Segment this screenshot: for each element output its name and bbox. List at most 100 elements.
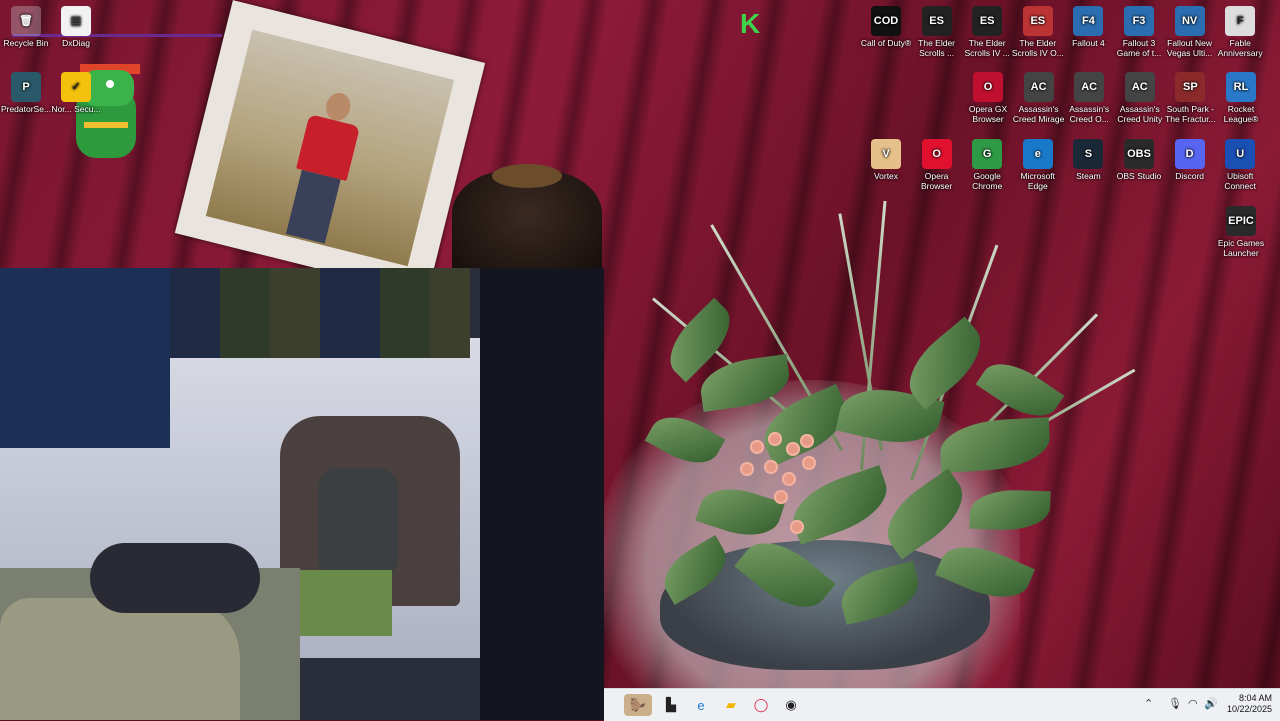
fable-icon: F xyxy=(1225,6,1256,36)
desktop-icon-label: Fallout New Vegas Ulti... xyxy=(1166,38,1213,58)
clock-time: 8:04 AM xyxy=(1238,693,1272,703)
desktop-icon-label: Opera GX Browser xyxy=(968,104,1008,124)
desktop-icon-label: Assassin's Creed Mirage xyxy=(1012,104,1065,124)
edge-taskbar-icon[interactable]: e xyxy=(690,694,712,716)
desktop-icon[interactable]: NV Fallout New Vegas Ulti... xyxy=(1164,0,1216,58)
plant-flower xyxy=(786,442,800,456)
desktop-icon[interactable]: F Fable Anniversary xyxy=(1214,0,1266,58)
plant-leaf xyxy=(938,417,1052,473)
desktop-icon-label: South Park - The Fractur... xyxy=(1165,104,1216,124)
fallout-icon: F3 xyxy=(1124,6,1154,36)
desktop-icon[interactable]: D Discord xyxy=(1164,133,1216,181)
plant-flower xyxy=(774,490,788,504)
desktop-icon-label: The Elder Scrolls ... xyxy=(918,38,956,58)
fallout-icon: F4 xyxy=(1073,6,1104,36)
assassins-creed-icon: AC xyxy=(1074,72,1105,102)
fallout-icon: NV xyxy=(1174,6,1205,36)
widgets-icon[interactable]: 🦫 xyxy=(624,694,652,716)
desktop-icon[interactable]: ES The Elder Scrolls ... xyxy=(911,0,963,58)
desktop-icon[interactable]: O Opera Browser xyxy=(911,133,963,191)
plant-leaf xyxy=(835,561,925,625)
desktop-icon-label: Recycle Bin xyxy=(3,38,49,48)
desktop-icon[interactable]: AC Assassin's Creed O... xyxy=(1063,66,1115,124)
desktop-icon-label: Call of Duty® xyxy=(860,38,912,48)
plant-flower xyxy=(764,460,778,474)
plant-flower xyxy=(790,520,804,534)
desktop-icon-label: OBS Studio xyxy=(1116,171,1162,181)
desktop-icon[interactable]: COD Call of Duty® xyxy=(860,0,912,48)
file-icon: ▤ xyxy=(61,6,91,36)
plant-leaf xyxy=(654,535,736,605)
taskbar-clock[interactable]: 8:04 AM 10/22/2025 xyxy=(1227,693,1272,715)
file-explorer-icon[interactable]: ▰ xyxy=(720,694,742,716)
desktop-icon[interactable]: RL Rocket League® xyxy=(1215,66,1267,124)
plant-flower xyxy=(768,432,782,446)
desktop-icon-predatorsense[interactable]: P PredatorSe... xyxy=(0,66,52,114)
desktop-icon-label: Opera Browser xyxy=(921,171,953,191)
desktop-icon-recycle-bin[interactable]: 🗑 Recycle Bin xyxy=(0,0,52,48)
elder-scrolls-icon: ES xyxy=(972,6,1003,36)
desktop-icon[interactable]: G Google Chrome xyxy=(961,133,1013,191)
desktop-icon[interactable]: AC Assassin's Creed Unity xyxy=(1114,66,1166,124)
desktop-icon-label: Discord xyxy=(1175,171,1204,181)
vortex-icon: V xyxy=(871,139,901,169)
plant-flower xyxy=(740,462,754,476)
opera-taskbar-icon[interactable]: ◯ xyxy=(750,694,772,716)
cod-icon: COD xyxy=(871,6,901,36)
desktop-icon-label: Fallout 3 Game of t... xyxy=(1116,38,1162,58)
photo-person xyxy=(276,86,371,246)
desktop-icon-label: The Elder Scrolls IV O... xyxy=(1011,38,1064,58)
edge-icon: e xyxy=(1022,139,1053,169)
desktop-icon[interactable]: U Ubisoft Connect xyxy=(1214,133,1266,191)
desktop-icon[interactable]: e Microsoft Edge xyxy=(1012,133,1064,191)
plant-leaf xyxy=(784,465,896,545)
wallpaper-urn xyxy=(452,164,602,280)
desktop-icon[interactable]: F4 Fallout 4 xyxy=(1062,0,1114,48)
volume-icon[interactable]: 🔊 xyxy=(1204,697,1218,710)
desktop-icon-label: Steam xyxy=(1076,171,1101,181)
desktop-icon-norton[interactable]: ✓ Nor... Secu... xyxy=(50,66,102,114)
predator-icon: P xyxy=(11,72,41,102)
show-hidden-icons-chevron-icon[interactable]: ⌃ xyxy=(1144,697,1153,710)
desktop-icon-label: Google Chrome xyxy=(972,171,1003,191)
desktop-icon-label: Rocket League® xyxy=(1223,104,1259,124)
plant-leaf xyxy=(969,488,1051,532)
desktop-icon[interactable]: AC Assassin's Creed Mirage xyxy=(1013,66,1065,124)
desktop-icon-label: PredatorSe... xyxy=(0,104,52,114)
desktop-icon[interactable]: V Vortex xyxy=(860,133,912,181)
plant-leaf xyxy=(874,468,976,560)
task-view-icon[interactable]: ▙ xyxy=(660,694,682,716)
norton-icon: ✓ xyxy=(61,72,91,102)
south-park-icon: SP xyxy=(1175,72,1206,102)
plant-flower xyxy=(800,434,814,448)
desktop-icon-dxdiag[interactable]: ▤ DxDiag xyxy=(50,0,102,48)
recycle-bin-icon: 🗑 xyxy=(11,6,41,36)
webcam-overlay xyxy=(0,268,604,720)
desktop-icon[interactable]: ES The Elder Scrolls IV ... xyxy=(961,0,1013,58)
desktop-icon[interactable]: O Opera GX Browser xyxy=(962,66,1014,124)
ubisoft-icon: U xyxy=(1225,139,1256,169)
desktop-icon-label: Assassin's Creed Unity xyxy=(1117,104,1163,124)
plant-leaf xyxy=(734,527,836,623)
desktop-icon-label: Nor... Secu... xyxy=(51,104,101,114)
desktop-icon[interactable]: S Steam xyxy=(1062,133,1114,181)
wifi-icon[interactable]: ◠ xyxy=(1188,697,1198,710)
desktop-icon-label: Ubisoft Connect xyxy=(1224,171,1257,191)
desktop-icon[interactable]: SP South Park - The Fractur... xyxy=(1164,66,1216,124)
desktop-icon-label: Fable Anniversary xyxy=(1217,38,1263,58)
oblivion-icon: ES xyxy=(1022,6,1053,36)
plant-leaf xyxy=(695,478,785,546)
desktop-icon[interactable]: EPIC Epic Games Launcher xyxy=(1215,200,1267,258)
plant-flower xyxy=(750,440,764,454)
desktop-icon[interactable]: OBS OBS Studio xyxy=(1113,133,1165,181)
plant-leaf xyxy=(644,405,726,475)
elder-scrolls-icon: ES xyxy=(921,6,952,36)
taskbar: 🦫 ▙ e ▰ ◯ ◉ ⌃ 🎙 ◠ 🔊 8:04 AM 10/22/2025 xyxy=(604,688,1280,721)
steam-icon: S xyxy=(1073,139,1104,169)
obs-taskbar-icon[interactable]: ◉ xyxy=(780,694,802,716)
microphone-icon[interactable]: 🎙 xyxy=(1168,697,1182,710)
epic-games-icon: EPIC xyxy=(1226,206,1256,236)
wallpaper-plant xyxy=(640,190,1136,670)
desktop-icon[interactable]: ES The Elder Scrolls IV O... xyxy=(1012,0,1064,58)
desktop-icon[interactable]: F3 Fallout 3 Game of t... xyxy=(1113,0,1165,58)
